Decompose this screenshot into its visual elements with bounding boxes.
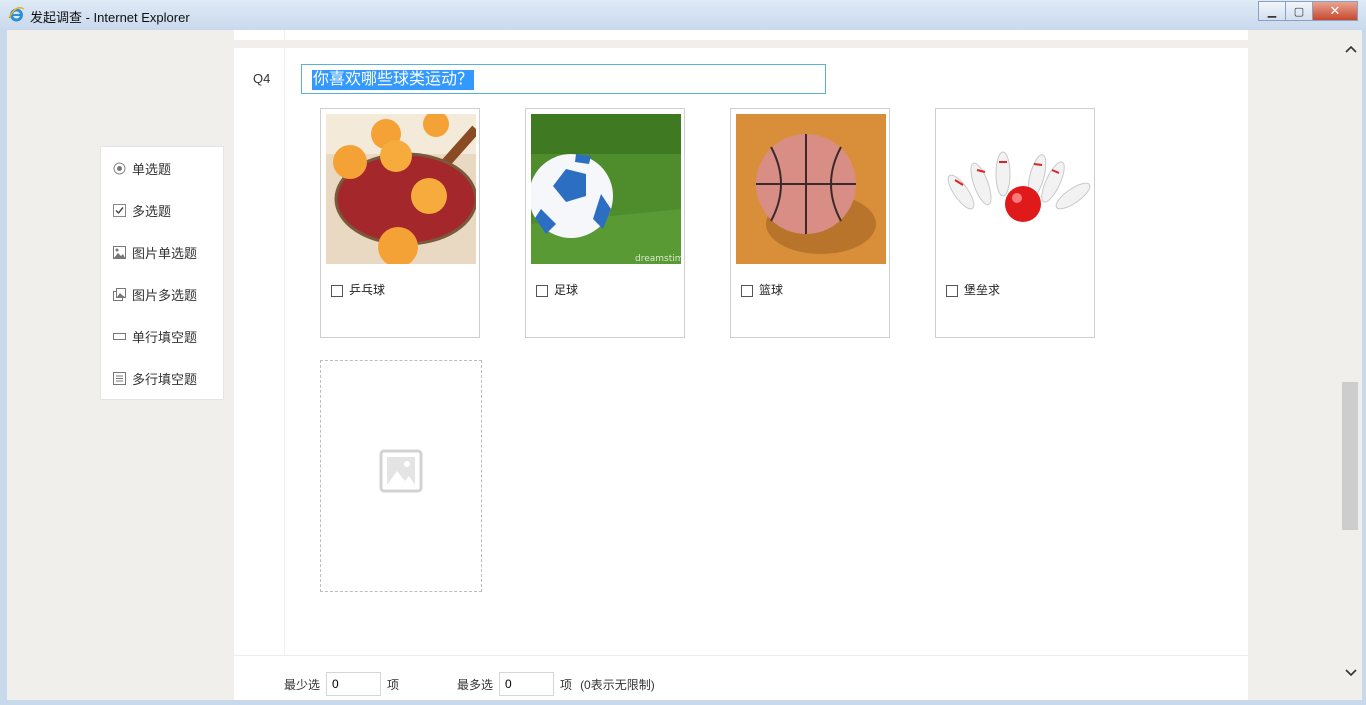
scroll-up-arrow-icon[interactable]: [1344, 42, 1358, 56]
window-frame-left: [0, 30, 7, 705]
option-checkbox[interactable]: [946, 284, 958, 297]
minimize-button[interactable]: ▁: [1258, 1, 1286, 21]
window-frame-right: [1362, 30, 1366, 705]
option-label: 篮球: [759, 283, 784, 297]
page-viewport: 单选题 多选题 图片单选题 图片多选题 单行填空题 多行填空题 Q4 你喜欢哪些…: [7, 30, 1340, 700]
multi-line-icon: [112, 371, 126, 385]
tool-image-multi-choice-label: 图片多选题: [132, 287, 198, 303]
maximize-button[interactable]: ▢: [1285, 1, 1313, 21]
question-title-input[interactable]: 你喜欢哪些球类运动？: [301, 64, 826, 94]
close-button[interactable]: ✕: [1312, 1, 1358, 21]
bottom-separator: [234, 655, 1248, 656]
ping-pong-image: [326, 114, 476, 264]
tool-multi-choice[interactable]: 多选题: [112, 200, 171, 220]
question-type-toolbox: 单选题 多选题 图片单选题 图片多选题 单行填空题 多行填空题: [100, 146, 224, 400]
image-icon: [112, 245, 126, 259]
soccer-image: dreamstime: [531, 114, 681, 264]
tool-single-choice[interactable]: 单选题: [112, 158, 171, 178]
option-checkbox[interactable]: [331, 284, 343, 297]
image-option-card[interactable]: dreamstime 足球: [525, 108, 685, 338]
tool-single-line-fill-label: 单行填空题: [132, 329, 198, 345]
option-label: 足球: [554, 283, 579, 297]
option-checkbox[interactable]: [741, 284, 753, 297]
tool-image-multi-choice[interactable]: 图片多选题: [112, 284, 197, 304]
option-label: 乒乓球: [349, 283, 386, 297]
image-multi-icon: [112, 287, 126, 301]
question-divider-strip: [234, 40, 1248, 48]
tool-image-single-choice[interactable]: 图片单选题: [112, 242, 197, 262]
radio-icon: [112, 161, 126, 175]
question-title-text: 你喜欢哪些球类运动？: [312, 70, 475, 90]
survey-editor-panel: Q4 你喜欢哪些球类运动？ 乒乓球 dreamstim 足球 篮球 堡垒求 最少…: [234, 30, 1248, 700]
image-placeholder-icon: [379, 449, 423, 493]
max-select-label: 最多选: [457, 677, 494, 692]
option-checkbox[interactable]: [536, 284, 548, 297]
tool-multi-choice-label: 多选题: [132, 203, 172, 219]
window-frame-bottom: [0, 700, 1366, 705]
scroll-down-arrow-icon[interactable]: [1344, 666, 1358, 680]
option-label: 堡垒求: [964, 283, 1001, 297]
tool-multi-line-fill-label: 多行填空题: [132, 371, 198, 387]
min-select-label: 最少选: [284, 677, 321, 692]
window-title: 发起调查 - Internet Explorer: [30, 10, 190, 25]
image-option-card[interactable]: 乒乓球: [320, 108, 480, 338]
no-limit-hint: (0表示无限制): [580, 677, 655, 692]
question-number-column-line: [284, 30, 285, 656]
tool-multi-line-fill[interactable]: 多行填空题: [112, 368, 197, 388]
single-line-icon: [112, 329, 126, 343]
question-number: Q4: [253, 71, 271, 86]
basketball-image: [736, 114, 886, 264]
min-select-input[interactable]: [326, 672, 382, 696]
svg-text:dreamstime: dreamstime: [635, 254, 681, 264]
add-image-option-button[interactable]: [320, 360, 482, 592]
bowling-image: [941, 114, 1091, 264]
tool-single-choice-label: 单选题: [132, 161, 172, 177]
scrollbar-thumb[interactable]: [1342, 382, 1358, 530]
title-bar: 发起调查 - Internet Explorer ▁ ▢ ✕: [0, 0, 1366, 31]
image-option-card[interactable]: 篮球: [730, 108, 890, 338]
max-select-input[interactable]: [499, 672, 555, 696]
vertical-scrollbar[interactable]: [1340, 30, 1362, 700]
min-select-unit: 项: [387, 677, 400, 692]
checkbox-icon: [112, 203, 126, 217]
selection-limits: 最少选 项 最多选 项 (0表示无限制): [284, 672, 655, 696]
max-select-unit: 项: [560, 677, 573, 692]
image-option-card[interactable]: 堡垒求: [935, 108, 1095, 338]
internet-explorer-icon: [8, 6, 25, 22]
tool-image-single-choice-label: 图片单选题: [132, 245, 198, 261]
tool-single-line-fill[interactable]: 单行填空题: [112, 326, 197, 346]
